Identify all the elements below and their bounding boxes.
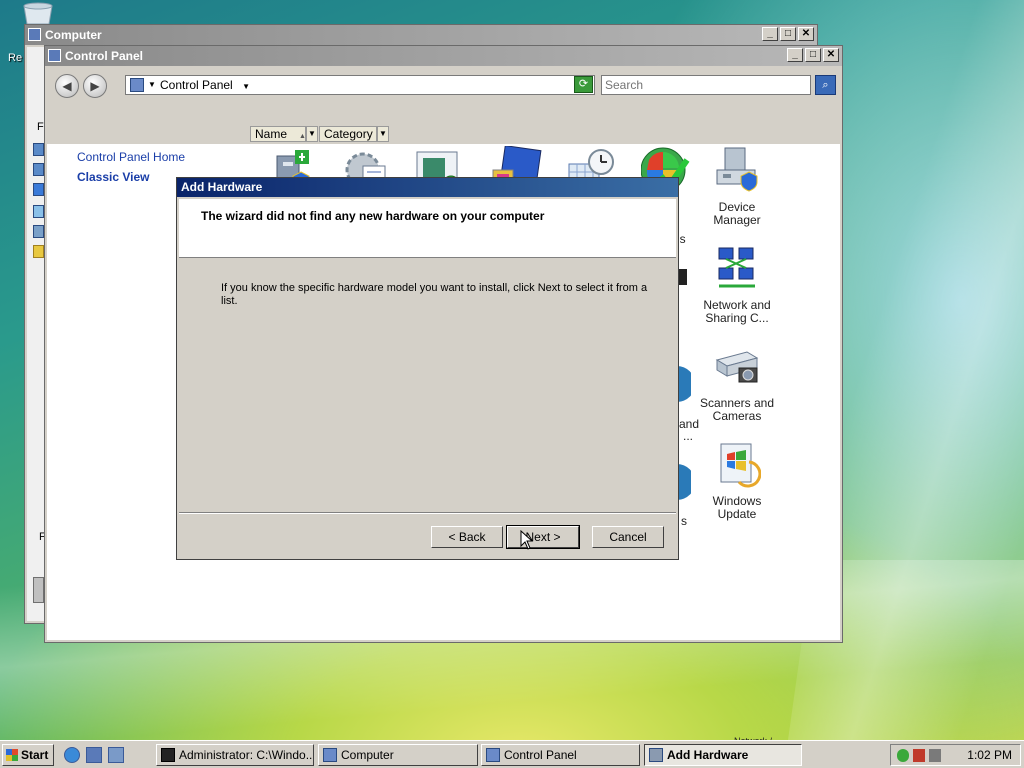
switch-windows-icon[interactable] [108,747,124,763]
recycle-bin-icon[interactable] [20,2,56,24]
drive-icon[interactable] [33,577,44,603]
mouse-cursor-icon [520,530,534,550]
volume-icon[interactable] [929,749,941,762]
device-manager-label: Device Manager [713,200,761,227]
partial-item-icon [679,269,687,285]
taskbar-button-cmd[interactable]: Administrator: C:\Windo... [156,744,314,766]
system-tray: 1:02 PM [890,744,1021,766]
search-input[interactable] [601,75,811,95]
control-panel-address-icon [130,78,144,92]
music-icon[interactable] [33,183,44,196]
start-button[interactable]: Start [2,744,54,766]
scanners-cameras-item[interactable]: Scanners and Cameras [697,342,777,423]
column-name-label: Name [255,127,288,141]
forward-arrow-icon[interactable]: ▶ [83,74,107,98]
partial-item-label: s [681,514,687,528]
column-header-category[interactable]: Category [319,126,377,142]
internet-explorer-icon[interactable] [64,747,80,763]
start-label: Start [21,748,49,762]
partial-item-label: ... [683,429,694,443]
taskbar-control-panel-label: Control Panel [504,748,577,762]
sort-up-icon: ▲ [299,133,306,140]
minimize-button[interactable]: _ [762,27,778,41]
next-button[interactable]: Next > [506,525,580,549]
close-button[interactable]: ✕ [823,48,839,62]
minimize-button[interactable]: _ [787,48,803,62]
add-hardware-icon [649,748,663,762]
security-tray-icon[interactable] [897,749,909,762]
column-category-label: Category [324,127,373,141]
taskbar-button-add-hardware[interactable]: Add Hardware [644,744,802,766]
computer-title: Computer [45,28,102,42]
column-name-dropdown-icon[interactable]: ▼ [306,126,318,142]
windows-update-icon [720,443,762,488]
maximize-button[interactable]: □ [780,27,796,41]
breadcrumb-dropdown-icon[interactable]: ▼ [242,82,250,91]
taskbar-button-computer[interactable]: Computer [318,744,478,766]
network-icon [718,247,755,288]
address-bar[interactable]: ▼ Control Panel ▼ ▼ [125,75,595,95]
search-icon[interactable]: ⌕ [815,75,836,95]
close-button[interactable]: ✕ [798,27,814,41]
control-panel-titlebar[interactable]: Control Panel _ □ ✕ [45,46,842,66]
back-button[interactable]: < Back [431,526,503,548]
device-manager-item[interactable]: Device Manager [697,146,777,227]
network-sharing-item[interactable]: Network and Sharing C... [697,244,777,325]
partial-globe-icon [677,464,691,500]
control-panel-toolbar: ◀ ▶ ▼ Control Panel ▼ ▼ ⟳ ⌕ Name ▲ ▼ Cate… [47,68,840,144]
computer-icon [323,748,337,762]
show-desktop-icon[interactable] [86,747,102,763]
dialog-separator [179,512,676,514]
documents-icon[interactable] [33,225,44,238]
control-panel-title: Control Panel [65,49,144,63]
control-panel-icon [486,748,500,762]
taskbar-button-control-panel[interactable]: Control Panel [481,744,640,766]
windows-update-label: Windows Update [712,494,762,521]
taskbar: Start Administrator: C:\Windo... Compute… [0,740,1024,768]
cancel-button[interactable]: Cancel [592,526,664,548]
network-tray-icon[interactable] [913,749,925,762]
folder-icon[interactable] [33,143,44,156]
windows-logo-icon [6,749,18,761]
computer-titlebar[interactable]: Computer _ □ ✕ [25,25,817,45]
maximize-button[interactable]: □ [805,48,821,62]
windows-update-item[interactable]: Windows Update [697,440,777,521]
device-manager-icon [716,147,758,192]
dialog-instructions: If you know the specific hardware model … [221,282,648,307]
recycle-bin-label: Re [8,52,23,64]
breadcrumb-arrow-icon[interactable]: ▼ [148,76,156,94]
control-panel-title-icon [48,49,61,62]
nav-control-panel-home[interactable]: Control Panel Home [77,150,185,164]
taskbar-add-hardware-label: Add Hardware [667,748,749,762]
network-sharing-label: Network and Sharing C... [703,298,771,325]
column-header-name[interactable]: Name ▲ [250,126,306,142]
pictures-icon[interactable] [33,205,44,218]
dialog-heading: The wizard did not find any new hardware… [201,209,545,223]
computer-title-icon [28,28,41,41]
refresh-icon[interactable]: ⟳ [574,76,593,93]
taskbar-computer-label: Computer [341,748,394,762]
command-prompt-icon [161,748,175,762]
back-arrow-icon[interactable]: ◀ [55,74,79,98]
dialog-title: Add Hardware [181,180,263,194]
scanner-icon [715,351,759,383]
column-category-dropdown-icon[interactable]: ▼ [377,126,389,142]
add-hardware-dialog[interactable]: Add Hardware The wizard did not find any… [176,177,679,560]
address-text[interactable]: Control Panel [160,78,233,92]
nav-classic-view[interactable]: Classic View [77,170,150,184]
folder-icon[interactable] [33,245,44,258]
clock[interactable]: 1:02 PM [967,748,1012,762]
add-hardware-titlebar[interactable]: Add Hardware [177,178,678,197]
folder-icon[interactable] [33,163,44,176]
partial-globe-icon [677,366,691,402]
taskbar-cmd-label: Administrator: C:\Windo... [179,748,314,762]
scanners-cameras-label: Scanners and Cameras [699,396,775,423]
dialog-header-panel: The wizard did not find any new hardware… [179,199,676,258]
